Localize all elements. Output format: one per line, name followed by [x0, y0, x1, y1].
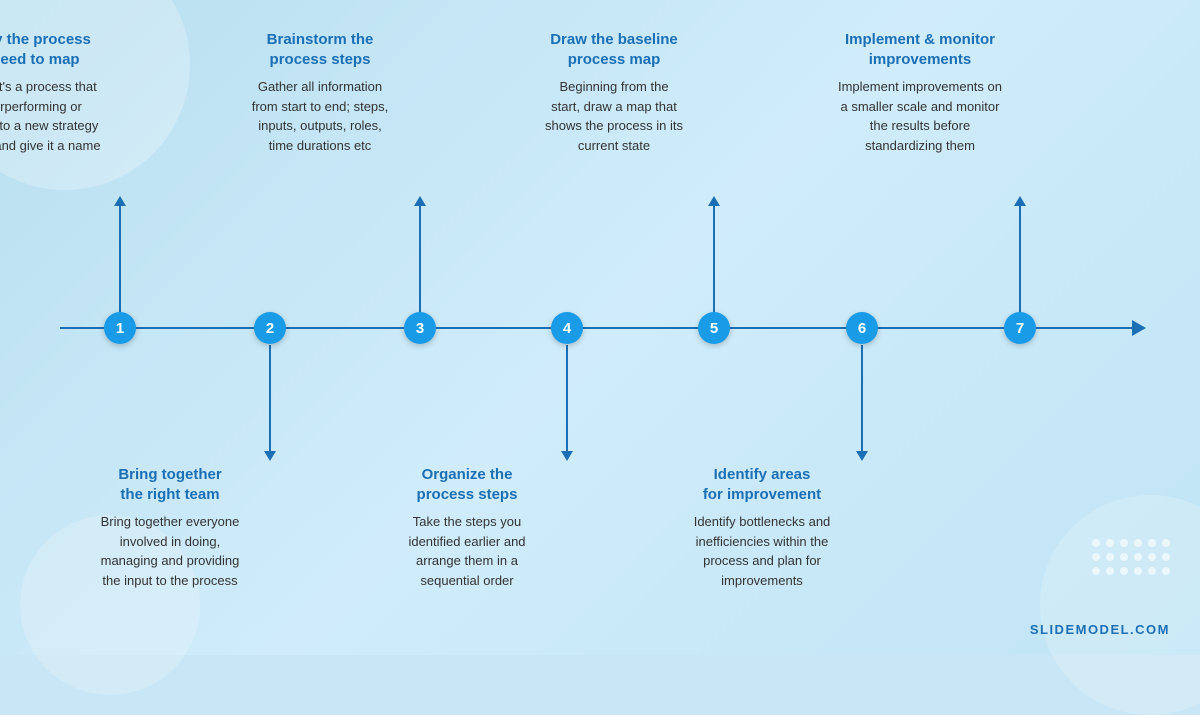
step-3-desc: Gather all informationfrom start to end;… [220, 77, 420, 155]
step-4-title: Organize theprocess steps [367, 465, 567, 504]
vline-6 [861, 345, 863, 455]
step-6-desc: Identify bottlenecks andinefficiencies w… [662, 512, 862, 590]
step-5-desc: Beginning from thestart, draw a map that… [514, 77, 714, 155]
step-text-6: Identify areasfor improvement Identify b… [662, 465, 862, 590]
branding-label: SLIDEMODEL.COM [1030, 622, 1170, 637]
step-3-title: Brainstorm theprocess steps [220, 30, 420, 69]
step-node-7: 7 [1004, 312, 1036, 344]
step-2-desc: Bring together everyoneinvolved in doing… [70, 512, 270, 590]
vline-arrow-7 [1014, 196, 1026, 206]
step-1-desc: Whether it's a process thatis underperfo… [0, 77, 120, 155]
vline-arrow-1 [114, 196, 126, 206]
step-7-title: Implement & monitorimprovements [820, 30, 1020, 69]
vline-arrow-3 [414, 196, 426, 206]
step-node-2: 2 [254, 312, 286, 344]
vline-3 [419, 202, 421, 312]
deco-circle-br [1040, 495, 1200, 715]
step-node-6: 6 [846, 312, 878, 344]
deco-dots [1092, 539, 1170, 575]
vline-7 [1019, 202, 1021, 312]
step-node-3: 3 [404, 312, 436, 344]
vline-arrow-5 [708, 196, 720, 206]
timeline-arrow [1132, 320, 1146, 336]
step-text-5: Draw the baselineprocess map Beginning f… [514, 30, 714, 155]
vline-4 [566, 345, 568, 455]
step-7-desc: Implement improvements ona smaller scale… [820, 77, 1020, 155]
vline-arrow-6 [856, 451, 868, 461]
vline-2 [269, 345, 271, 455]
step-1-title: Identify the processyou need to map [0, 30, 120, 69]
step-text-7: Implement & monitorimprovements Implemen… [820, 30, 1020, 155]
step-text-4: Organize theprocess steps Take the steps… [367, 465, 567, 590]
vline-5 [713, 202, 715, 312]
step-text-2: Bring togetherthe right team Bring toget… [70, 465, 270, 590]
vline-arrow-4 [561, 451, 573, 461]
step-node-4: 4 [551, 312, 583, 344]
step-4-desc: Take the steps youidentified earlier and… [367, 512, 567, 590]
timeline-line [60, 327, 1140, 329]
step-text-3: Brainstorm theprocess steps Gather all i… [220, 30, 420, 155]
background: 1 Identify the processyou need to map Wh… [0, 0, 1200, 655]
step-2-title: Bring togetherthe right team [70, 465, 270, 504]
step-6-title: Identify areasfor improvement [662, 465, 862, 504]
step-node-1: 1 [104, 312, 136, 344]
vline-arrow-2 [264, 451, 276, 461]
vline-1 [119, 202, 121, 312]
step-5-title: Draw the baselineprocess map [514, 30, 714, 69]
step-node-5: 5 [698, 312, 730, 344]
step-text-1: Identify the processyou need to map Whet… [0, 30, 120, 155]
